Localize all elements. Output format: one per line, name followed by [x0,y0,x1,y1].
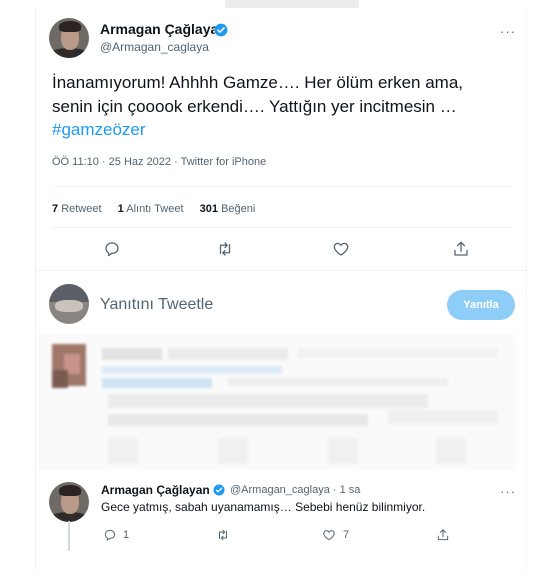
divider [52,186,512,187]
divider [35,270,527,271]
tweet-timestamp[interactable]: ÖÖ 11:10 · 25 Haz 2022 · Twitter for iPh… [52,156,266,168]
share-icon[interactable] [452,240,470,258]
tweet-text-line-1: İnanamıyorum! Ahhhh Gamze…. Her ölüm erk… [52,73,464,92]
reply-more-options-icon[interactable]: ··· [500,484,516,499]
reply-input[interactable]: Yanıtını Tweetle [100,296,213,314]
quote-count[interactable]: 1 [118,203,124,215]
quote-label[interactable]: Alıntı Tweet [126,203,183,215]
like-count[interactable]: 301 [200,203,218,215]
pixelated-region [38,334,516,470]
divider [52,227,512,228]
tweet-text-line-2: senin için çooook erkendi…. Yattığın yer… [52,97,457,116]
reply-like-count: 7 [343,529,350,541]
verified-badge-icon [213,484,225,496]
tweet-text: İnanamıyorum! Ahhhh Gamze…. Her ölüm erk… [52,71,512,119]
more-options-icon[interactable]: ··· [500,24,516,39]
reply-icon[interactable] [103,240,121,258]
like-icon[interactable] [332,240,350,258]
reply-handle-time[interactable]: @Armagan_caglaya · 1 sa [230,484,360,496]
reply-text: Gece yatmış, sabah uyanamamış… Sebebi he… [101,500,426,514]
verified-badge-icon [214,23,228,37]
thread-line [68,521,70,551]
author-name[interactable]: Armagan Çağlayan [100,21,227,37]
retweet-count[interactable]: 7 [52,203,58,215]
reply-reply-count: 1 [123,529,130,541]
reply-like-icon[interactable] [322,528,336,542]
author-handle[interactable]: @Armagan_caglaya [100,40,209,54]
reply-retweet-icon[interactable] [216,528,230,542]
retweet-label[interactable]: Retweet [61,203,101,215]
reply-share-icon[interactable] [436,528,450,542]
reply-reply-icon[interactable] [103,528,117,542]
tweet-stats: 7 Retweet 1 Alıntı Tweet 301 Beğeni [52,203,255,215]
like-label[interactable]: Beğeni [221,203,255,215]
reply-button[interactable]: Yanıtla [447,290,515,320]
reply-author-avatar[interactable] [49,482,89,522]
current-user-avatar[interactable] [49,284,89,324]
hashtag-link[interactable]: #gamzeözer [52,120,146,140]
author-avatar[interactable] [49,18,89,58]
retweet-icon[interactable] [216,240,234,258]
reply-author-name[interactable]: Armagan Çağlayan [101,483,210,497]
